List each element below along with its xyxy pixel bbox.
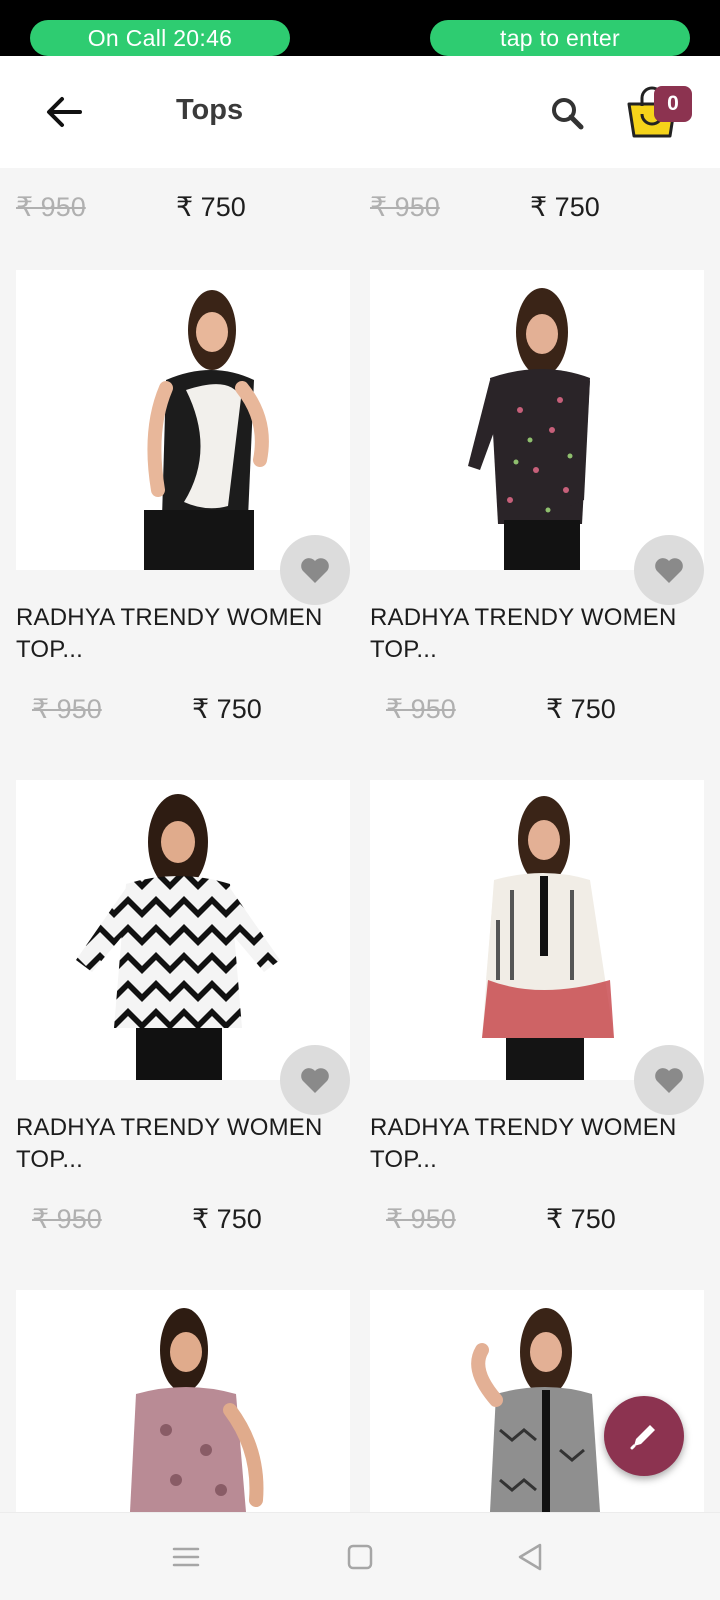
original-price: ₹ 950	[386, 1204, 456, 1234]
home-square-icon	[347, 1544, 373, 1570]
price-row: ₹ 950 ₹ 750	[370, 694, 704, 734]
price-row-partial-right: ₹ 950 ₹ 750	[354, 192, 704, 236]
back-button[interactable]	[36, 84, 92, 140]
sale-price: ₹ 750	[176, 192, 246, 222]
original-price: ₹ 950	[32, 694, 102, 724]
product-name[interactable]: RADHYA TRENDY WOMEN TOP...	[370, 1112, 704, 1176]
product-image[interactable]	[16, 780, 350, 1080]
cart-button[interactable]: 0	[622, 84, 702, 148]
on-call-indicator[interactable]: On Call 20:46	[30, 20, 290, 56]
price-row-partial-left: ₹ 950 ₹ 750	[0, 192, 350, 236]
product-image[interactable]	[370, 270, 704, 570]
price-row: ₹ 950 ₹ 750	[16, 694, 350, 734]
product-image[interactable]	[16, 1290, 350, 1512]
favorite-button[interactable]	[634, 535, 704, 605]
product-name[interactable]: RADHYA TRENDY WOMEN TOP...	[16, 602, 350, 666]
sale-price: ₹ 750	[530, 192, 600, 222]
heart-icon	[301, 558, 329, 583]
nav-back-button[interactable]	[508, 1535, 552, 1579]
home-button[interactable]	[338, 1535, 382, 1579]
original-price: ₹ 950	[386, 694, 456, 724]
search-button[interactable]	[540, 86, 596, 142]
favorite-button[interactable]	[280, 1045, 350, 1115]
call-status-bar: On Call 20:46 tap to enter	[0, 0, 720, 56]
app-bar: Tops 0	[0, 56, 720, 168]
product-name[interactable]: RADHYA TRENDY WOMEN TOP...	[16, 1112, 350, 1176]
price-row: ₹ 950 ₹ 750	[370, 1204, 704, 1244]
tap-to-enter-button[interactable]: tap to enter	[430, 20, 690, 56]
sale-price: ₹ 750	[546, 694, 616, 724]
product-image[interactable]	[370, 780, 704, 1080]
product-image[interactable]	[16, 270, 350, 570]
recent-apps-button[interactable]	[164, 1535, 208, 1579]
original-price: ₹ 950	[370, 192, 440, 222]
search-icon	[552, 98, 584, 130]
back-triangle-icon	[518, 1543, 542, 1571]
heart-icon	[655, 558, 683, 583]
sale-price: ₹ 750	[546, 1204, 616, 1234]
system-navigation-bar	[0, 1512, 720, 1600]
favorite-button[interactable]	[634, 1045, 704, 1115]
original-price: ₹ 950	[32, 1204, 102, 1234]
price-row: ₹ 950 ₹ 750	[16, 1204, 350, 1244]
sale-price: ₹ 750	[192, 694, 262, 724]
sale-price: ₹ 750	[192, 1204, 262, 1234]
heart-icon	[301, 1068, 329, 1093]
favorite-button[interactable]	[280, 535, 350, 605]
cart-count-badge: 0	[654, 86, 692, 122]
original-price: ₹ 950	[16, 192, 86, 222]
heart-icon	[655, 1068, 683, 1093]
product-name[interactable]: RADHYA TRENDY WOMEN TOP...	[370, 602, 704, 666]
page-title: Tops	[176, 94, 244, 126]
product-grid[interactable]: ₹ 950 ₹ 750 ₹ 950 ₹ 750 RADHYA TRENDY WO…	[0, 168, 720, 1512]
app-screen: On Call 20:46 tap to enter Tops 0 ₹ 950 …	[0, 0, 720, 1600]
edit-fab-button[interactable]	[604, 1396, 684, 1476]
arrow-left-icon	[47, 97, 82, 127]
edit-pen-icon	[630, 1425, 655, 1450]
menu-icon	[172, 1547, 200, 1567]
